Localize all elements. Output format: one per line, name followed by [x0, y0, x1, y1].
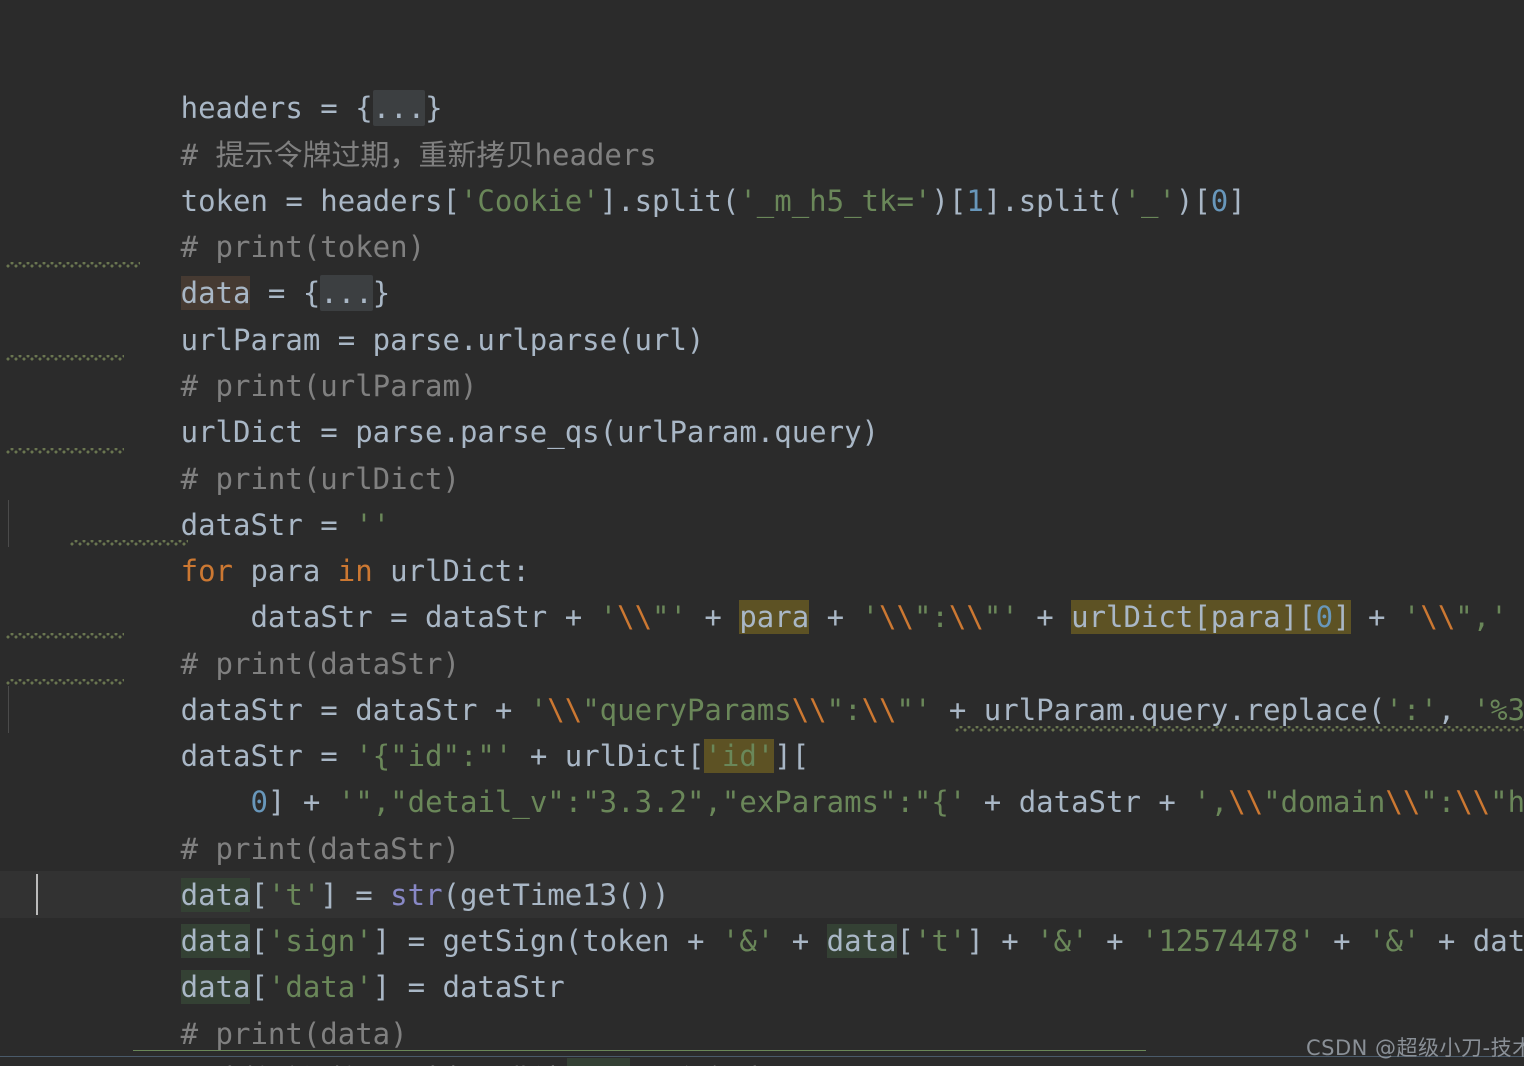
code-line[interactable]: # print(urlDict) — [0, 363, 1524, 496]
code-line[interactable]: # 提示令牌过期，重新拷贝headers — [0, 39, 1524, 172]
code-line[interactable]: dataStr = dataStr + '\\"queryParams\\":\… — [0, 594, 1524, 727]
code-line[interactable]: data = {...} — [0, 177, 1524, 312]
typo-squiggle — [6, 448, 124, 454]
code-line-content: url1 = 'https://h5api.m.tmall.com/h5/mto… — [76, 1057, 1438, 1066]
typo-squiggle — [70, 540, 188, 546]
code-line[interactable]: # print(token) — [0, 131, 1524, 264]
typo-squiggle — [6, 355, 124, 361]
code-line[interactable]: urlDict = parse.parse_qs(urlParam.query) — [0, 316, 1524, 449]
url-underline — [133, 1050, 1146, 1051]
code-line[interactable]: token = headers['Cookie'].split('_m_h5_t… — [0, 85, 1524, 218]
code-line[interactable]: data['data'] = dataStr — [0, 871, 1524, 1005]
text-caret — [36, 874, 38, 915]
typo-squiggle — [6, 679, 124, 685]
code-line[interactable]: # print(dataStr) — [0, 733, 1524, 866]
code-line[interactable]: dataStr = '{"id":"' + urlDict['id'][ — [0, 640, 1524, 774]
code-editor[interactable]: headers = {...} # 提示令牌过期，重新拷贝headers tok… — [0, 0, 1524, 1066]
code-line[interactable]: dataStr = '' — [0, 409, 1524, 542]
typo-squiggle — [955, 726, 1524, 732]
code-line[interactable]: urlParam = parse.urlparse(url) — [0, 224, 1524, 357]
next-line-rule — [0, 1056, 1524, 1057]
watermark: CSDN @超级小刀-技术 — [1306, 1036, 1524, 1060]
code-line[interactable]: # print(urlParam) — [0, 270, 1524, 403]
code-line[interactable]: dataStr = dataStr + '\\"' + para + '\\":… — [0, 501, 1524, 635]
code-line[interactable]: for para in urlDict: — [0, 455, 1524, 588]
code-line[interactable]: data['t'] = str(getTime13()) — [0, 779, 1524, 913]
code-line[interactable]: headers = {...} — [0, 0, 1524, 127]
typo-squiggle — [6, 633, 124, 639]
typo-squiggle — [6, 262, 140, 268]
code-line[interactable]: # print(dataStr) — [0, 548, 1524, 681]
code-line[interactable]: data['sign'] = getSign(token + '&' + dat… — [0, 825, 1524, 959]
code-line[interactable]: # print(data) — [0, 918, 1524, 1051]
next-line-highlight-stub — [567, 1058, 630, 1066]
code-line[interactable]: # 直接访问接口一直提示非法访问，已经解决 — [0, 964, 1524, 1066]
